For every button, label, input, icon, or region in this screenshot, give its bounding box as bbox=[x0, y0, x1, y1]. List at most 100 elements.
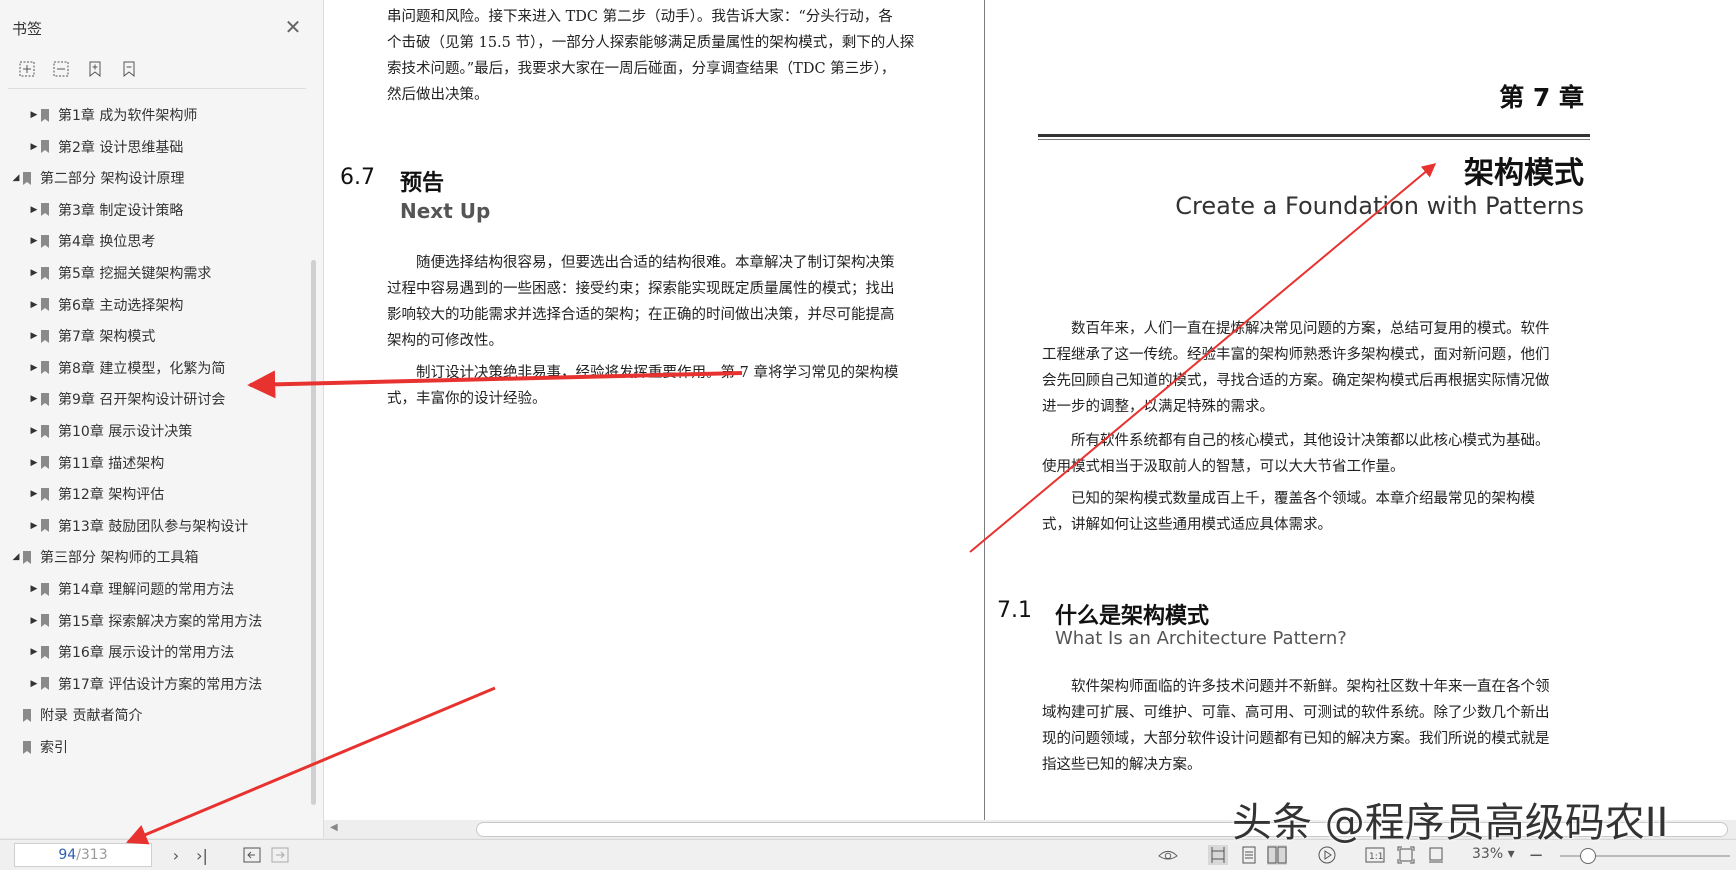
fit-page-icon[interactable] bbox=[1396, 845, 1416, 865]
expand-all-icon[interactable] bbox=[18, 60, 36, 78]
zoom-slider-handle[interactable] bbox=[1580, 848, 1596, 864]
collapse-arrow-icon[interactable]: ▶ bbox=[28, 416, 40, 446]
collapse-arrow-icon[interactable]: ▶ bbox=[28, 353, 40, 383]
bookmark-chapter[interactable]: ▶ 第2章 设计思维基础 bbox=[28, 132, 184, 162]
bookmark-icon bbox=[41, 203, 49, 217]
text-line: 域构建可扩展、可维护、可靠、高可用、可测试的软件系统。除了少数几个新出 bbox=[1042, 705, 1550, 721]
bookmark-label: 第5章 挖掘关键架构需求 bbox=[58, 266, 212, 282]
text-line: 所有软件系统都有自己的核心模式，其他设计决策都以此核心模式为基础。 bbox=[1071, 433, 1550, 449]
bookmark-chapter[interactable]: ▶ 第16章 展示设计的常用方法 bbox=[28, 637, 235, 667]
zoom-out-icon[interactable]: − bbox=[1526, 845, 1546, 866]
text-line: 使用模式相当于汲取前人的智慧，可以大大节省工作量。 bbox=[1042, 459, 1405, 475]
collapse-arrow-icon[interactable]: ▶ bbox=[28, 384, 40, 414]
collapse-arrow-icon[interactable]: ▶ bbox=[28, 574, 40, 604]
bookmark-part[interactable]: ◢ 第三部分 架构师的工具箱 bbox=[10, 542, 199, 572]
bookmark-chapter[interactable]: ▶ 第14章 理解问题的常用方法 bbox=[28, 574, 235, 604]
bookmark-chapter[interactable]: ▶ 第10章 展示设计决策 bbox=[28, 416, 193, 446]
text-line: 指这些已知的解决方案。 bbox=[1042, 757, 1202, 773]
bookmark-chapter[interactable]: ▶ 第5章 挖掘关键架构需求 bbox=[28, 258, 212, 288]
bookmark-icon bbox=[41, 456, 49, 470]
bookmark-chapter[interactable]: ▶ 第9章 召开架构设计研讨会 bbox=[28, 384, 226, 414]
watermark: 头条 @程序员高级码农II bbox=[1232, 800, 1669, 846]
text-line: 然后做出决策。 bbox=[387, 87, 489, 103]
expand-arrow-icon[interactable]: ◢ bbox=[10, 163, 22, 193]
play-icon[interactable] bbox=[1317, 845, 1337, 865]
bookmark-part[interactable]: 附录 贡献者简介 bbox=[10, 700, 142, 730]
chapter-rule bbox=[1038, 139, 1590, 140]
bookmark-chapter[interactable]: ▶ 第17章 评估设计方案的常用方法 bbox=[28, 669, 263, 699]
collapse-arrow-icon[interactable]: ▶ bbox=[28, 321, 40, 351]
section-title: 什么是架构模式 bbox=[1055, 604, 1210, 629]
bookmark-label: 第三部分 架构师的工具箱 bbox=[40, 550, 199, 567]
bookmark-chapter[interactable]: ▶ 第15章 探索解决方案的常用方法 bbox=[28, 606, 263, 636]
bookmark-toolbar bbox=[18, 60, 138, 78]
collapse-arrow-icon[interactable]: ▶ bbox=[28, 226, 40, 256]
bookmark-part[interactable]: ◢ 第二部分 架构设计原理 bbox=[10, 163, 185, 193]
continuous-page-icon[interactable] bbox=[1239, 845, 1259, 865]
collapse-arrow-icon[interactable]: ▶ bbox=[28, 511, 40, 541]
collapse-arrow-icon[interactable]: ▶ bbox=[28, 606, 40, 636]
bookmark-chapter[interactable]: ▶ 第13章 鼓励团队参与架构设计 bbox=[28, 511, 249, 541]
paragraph: 软件架构师面临的许多技术问题并不新鲜。架构社区数十年来一直在各个领 域构建可扩展、… bbox=[1042, 674, 1592, 778]
scrollbar[interactable] bbox=[311, 260, 316, 805]
bookmark-label: 第14章 理解问题的常用方法 bbox=[58, 582, 235, 598]
bookmark-chapter[interactable]: ▶ 第3章 制定设计策略 bbox=[28, 195, 184, 225]
bookmark-chapter[interactable]: ▶ 第12章 架构评估 bbox=[28, 479, 165, 509]
collapse-all-icon[interactable] bbox=[52, 60, 70, 78]
bookmark-label: 第1章 成为软件架构师 bbox=[58, 108, 198, 124]
collapse-arrow-icon[interactable]: ▶ bbox=[28, 132, 40, 162]
bookmark-chapter[interactable]: ▶ 第6章 主动选择架构 bbox=[28, 290, 184, 320]
eye-icon[interactable] bbox=[1158, 845, 1178, 865]
bookmark-icon bbox=[23, 171, 31, 185]
forward-icon[interactable] bbox=[270, 845, 290, 865]
section-subtitle: Next Up bbox=[400, 199, 491, 223]
expand-arrow-icon[interactable]: ◢ bbox=[10, 542, 22, 572]
panel-title: 书签 bbox=[12, 20, 43, 38]
text-line: 式，丰富你的设计经验。 bbox=[387, 391, 547, 407]
remove-bookmark-icon[interactable] bbox=[120, 60, 138, 78]
bookmark-icon bbox=[41, 298, 49, 312]
paragraph: 数百年来，人们一直在提炼解决常见问题的方案，总结可复用的模式。软件 工程继承了这一… bbox=[1042, 316, 1592, 420]
section-title: 预告 bbox=[400, 171, 445, 196]
back-icon[interactable] bbox=[242, 845, 262, 865]
zoom-level[interactable]: 33% ▾ bbox=[1472, 846, 1515, 862]
zoom-value: 33% bbox=[1472, 846, 1504, 862]
bookmark-part[interactable]: 索引 bbox=[10, 732, 68, 762]
add-bookmark-icon[interactable] bbox=[86, 60, 104, 78]
next-page-icon[interactable]: › bbox=[166, 845, 186, 865]
bookmark-chapter[interactable]: ▶ 第1章 成为软件架构师 bbox=[28, 100, 198, 130]
bookmark-chapter[interactable]: ▶ 第8章 建立模型，化繁为简 bbox=[28, 353, 226, 383]
text-line: 数百年来，人们一直在提炼解决常见问题的方案，总结可复用的模式。软件 bbox=[1071, 321, 1550, 337]
paragraph: 串问题和风险。接下来进入 TDC 第二步（动手）。我告诉大家：“分头行动，各 个击… bbox=[387, 4, 927, 108]
bookmark-icon bbox=[41, 361, 49, 375]
collapse-arrow-icon[interactable]: ▶ bbox=[28, 258, 40, 288]
text-line: 式，讲解如何让这些通用模式适应具体需求。 bbox=[1042, 517, 1332, 533]
bookmark-icon bbox=[41, 108, 49, 122]
bookmark-chapter[interactable]: ▶ 第7章 架构模式 bbox=[28, 321, 155, 352]
last-page-icon[interactable]: ›| bbox=[192, 845, 212, 865]
two-page-icon[interactable] bbox=[1267, 845, 1287, 865]
bookmark-chapter[interactable]: ▶ 第11章 描述架构 bbox=[28, 448, 165, 478]
text-line: 过程中容易遇到的一些困惑：接受约束；探索能实现既定质量属性的模式；找出 bbox=[387, 281, 895, 297]
collapse-arrow-icon[interactable]: ▶ bbox=[28, 290, 40, 320]
bookmark-label: 第6章 主动选择架构 bbox=[58, 297, 184, 314]
text-line: 索技术问题。”最后，我要求大家在一周后碰面，分享调查结果（TDC 第三步）， bbox=[387, 61, 896, 77]
page-number-input[interactable]: 94/313 bbox=[14, 843, 152, 867]
collapse-arrow-icon[interactable]: ▶ bbox=[28, 479, 40, 509]
collapse-arrow-icon[interactable]: ▶ bbox=[28, 195, 40, 225]
close-icon[interactable]: ✕ bbox=[282, 16, 304, 38]
bookmark-chapter[interactable]: ▶ 第4章 换位思考 bbox=[28, 226, 156, 256]
single-page-icon[interactable] bbox=[1208, 845, 1228, 865]
actual-size-icon[interactable]: 1:1 bbox=[1365, 845, 1385, 865]
bookmark-icon bbox=[41, 519, 49, 533]
bookmark-label: 第3章 制定设计策略 bbox=[58, 202, 184, 219]
collapse-arrow-icon[interactable]: ▶ bbox=[28, 448, 40, 478]
collapse-arrow-icon[interactable]: ▶ bbox=[28, 669, 40, 699]
bookmark-label: 第12章 架构评估 bbox=[58, 487, 165, 504]
collapse-arrow-icon[interactable]: ▶ bbox=[28, 100, 40, 130]
chapter-label: 第 7 章 bbox=[1499, 83, 1584, 112]
collapse-arrow-icon[interactable]: ▶ bbox=[28, 637, 40, 667]
svg-text:1:1: 1:1 bbox=[1369, 852, 1383, 862]
scroll-left-icon[interactable]: ◀ bbox=[330, 822, 338, 833]
rotate-icon[interactable] bbox=[1426, 845, 1446, 865]
